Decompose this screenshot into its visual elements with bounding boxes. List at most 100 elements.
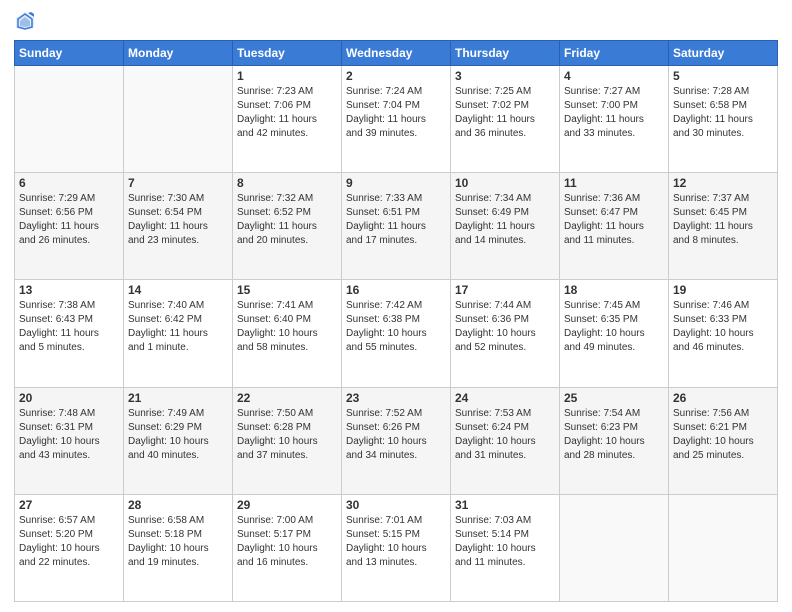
- day-info: Sunrise: 7:28 AM Sunset: 6:58 PM Dayligh…: [673, 85, 773, 141]
- day-info: Sunrise: 6:57 AM Sunset: 5:20 PM Dayligh…: [19, 514, 119, 570]
- day-number: 23: [346, 391, 446, 405]
- day-info: Sunrise: 7:30 AM Sunset: 6:54 PM Dayligh…: [128, 192, 228, 248]
- calendar-day-header: Wednesday: [342, 41, 451, 66]
- day-number: 10: [455, 176, 555, 190]
- calendar-day-header: Saturday: [669, 41, 778, 66]
- calendar-cell: 2 Sunrise: 7:24 AM Sunset: 7:04 PM Daylig…: [342, 66, 451, 173]
- page: SundayMondayTuesdayWednesdayThursdayFrid…: [0, 0, 792, 612]
- day-number: 22: [237, 391, 337, 405]
- calendar-week-row: 1 Sunrise: 7:23 AM Sunset: 7:06 PM Daylig…: [15, 66, 778, 173]
- day-info: Sunrise: 7:45 AM Sunset: 6:35 PM Dayligh…: [564, 299, 664, 355]
- calendar-cell: 7 Sunrise: 7:30 AM Sunset: 6:54 PM Daylig…: [124, 173, 233, 280]
- day-number: 9: [346, 176, 446, 190]
- day-number: 24: [455, 391, 555, 405]
- day-info: Sunrise: 7:38 AM Sunset: 6:43 PM Dayligh…: [19, 299, 119, 355]
- calendar-cell: 9 Sunrise: 7:33 AM Sunset: 6:51 PM Daylig…: [342, 173, 451, 280]
- calendar-week-row: 27 Sunrise: 6:57 AM Sunset: 5:20 PM Dayli…: [15, 494, 778, 601]
- calendar-cell: 18 Sunrise: 7:45 AM Sunset: 6:35 PM Dayli…: [560, 280, 669, 387]
- day-info: Sunrise: 7:34 AM Sunset: 6:49 PM Dayligh…: [455, 192, 555, 248]
- calendar-cell: 21 Sunrise: 7:49 AM Sunset: 6:29 PM Dayli…: [124, 387, 233, 494]
- day-info: Sunrise: 7:46 AM Sunset: 6:33 PM Dayligh…: [673, 299, 773, 355]
- day-info: Sunrise: 7:36 AM Sunset: 6:47 PM Dayligh…: [564, 192, 664, 248]
- calendar-cell: 19 Sunrise: 7:46 AM Sunset: 6:33 PM Dayli…: [669, 280, 778, 387]
- calendar-cell: 15 Sunrise: 7:41 AM Sunset: 6:40 PM Dayli…: [233, 280, 342, 387]
- day-info: Sunrise: 7:03 AM Sunset: 5:14 PM Dayligh…: [455, 514, 555, 570]
- calendar-cell: 28 Sunrise: 6:58 AM Sunset: 5:18 PM Dayli…: [124, 494, 233, 601]
- day-info: Sunrise: 7:40 AM Sunset: 6:42 PM Dayligh…: [128, 299, 228, 355]
- calendar-cell: 26 Sunrise: 7:56 AM Sunset: 6:21 PM Dayli…: [669, 387, 778, 494]
- day-number: 6: [19, 176, 119, 190]
- day-info: Sunrise: 7:54 AM Sunset: 6:23 PM Dayligh…: [564, 407, 664, 463]
- day-number: 2: [346, 69, 446, 83]
- calendar-cell: 3Sunrise: 7:25 AM Sunset: 7:02 PM Daylig…: [451, 66, 560, 173]
- day-info: Sunrise: 7:53 AM Sunset: 6:24 PM Dayligh…: [455, 407, 555, 463]
- day-number: 21: [128, 391, 228, 405]
- day-number: 13: [19, 283, 119, 297]
- calendar-cell: 20Sunrise: 7:48 AM Sunset: 6:31 PM Dayli…: [15, 387, 124, 494]
- calendar-cell: 6Sunrise: 7:29 AM Sunset: 6:56 PM Daylig…: [15, 173, 124, 280]
- day-info: Sunrise: 7:41 AM Sunset: 6:40 PM Dayligh…: [237, 299, 337, 355]
- day-number: 14: [128, 283, 228, 297]
- calendar-day-header: Friday: [560, 41, 669, 66]
- calendar-day-header: Sunday: [15, 41, 124, 66]
- day-info: Sunrise: 7:49 AM Sunset: 6:29 PM Dayligh…: [128, 407, 228, 463]
- day-info: Sunrise: 6:58 AM Sunset: 5:18 PM Dayligh…: [128, 514, 228, 570]
- day-info: Sunrise: 7:00 AM Sunset: 5:17 PM Dayligh…: [237, 514, 337, 570]
- day-number: 15: [237, 283, 337, 297]
- day-number: 19: [673, 283, 773, 297]
- calendar-day-header: Monday: [124, 41, 233, 66]
- calendar-day-header: Thursday: [451, 41, 560, 66]
- day-number: 31: [455, 498, 555, 512]
- calendar-cell: 25 Sunrise: 7:54 AM Sunset: 6:23 PM Dayli…: [560, 387, 669, 494]
- day-info: Sunrise: 7:56 AM Sunset: 6:21 PM Dayligh…: [673, 407, 773, 463]
- calendar-header-row: SundayMondayTuesdayWednesdayThursdayFrid…: [15, 41, 778, 66]
- day-number: 18: [564, 283, 664, 297]
- day-info: Sunrise: 7:50 AM Sunset: 6:28 PM Dayligh…: [237, 407, 337, 463]
- calendar-cell: 8 Sunrise: 7:32 AM Sunset: 6:52 PM Daylig…: [233, 173, 342, 280]
- calendar-cell: 13 Sunrise: 7:38 AM Sunset: 6:43 PM Dayli…: [15, 280, 124, 387]
- calendar-cell: 30Sunrise: 7:01 AM Sunset: 5:15 PM Dayli…: [342, 494, 451, 601]
- calendar-week-row: 13 Sunrise: 7:38 AM Sunset: 6:43 PM Dayli…: [15, 280, 778, 387]
- day-info: Sunrise: 7:25 AM Sunset: 7:02 PM Dayligh…: [455, 85, 555, 141]
- day-info: Sunrise: 7:01 AM Sunset: 5:15 PM Dayligh…: [346, 514, 446, 570]
- day-info: Sunrise: 7:33 AM Sunset: 6:51 PM Dayligh…: [346, 192, 446, 248]
- day-number: 29: [237, 498, 337, 512]
- day-info: Sunrise: 7:44 AM Sunset: 6:36 PM Dayligh…: [455, 299, 555, 355]
- day-number: 28: [128, 498, 228, 512]
- calendar-cell: 22 Sunrise: 7:50 AM Sunset: 6:28 PM Dayli…: [233, 387, 342, 494]
- calendar-week-row: 20Sunrise: 7:48 AM Sunset: 6:31 PM Dayli…: [15, 387, 778, 494]
- day-number: 26: [673, 391, 773, 405]
- calendar-cell: 5 Sunrise: 7:28 AM Sunset: 6:58 PM Daylig…: [669, 66, 778, 173]
- day-number: 25: [564, 391, 664, 405]
- calendar-cell: 31 Sunrise: 7:03 AM Sunset: 5:14 PM Dayli…: [451, 494, 560, 601]
- calendar-cell: 23Sunrise: 7:52 AM Sunset: 6:26 PM Dayli…: [342, 387, 451, 494]
- calendar-table: SundayMondayTuesdayWednesdayThursdayFrid…: [14, 40, 778, 602]
- calendar-cell: [15, 66, 124, 173]
- calendar-week-row: 6Sunrise: 7:29 AM Sunset: 6:56 PM Daylig…: [15, 173, 778, 280]
- day-number: 8: [237, 176, 337, 190]
- day-info: Sunrise: 7:24 AM Sunset: 7:04 PM Dayligh…: [346, 85, 446, 141]
- day-number: 11: [564, 176, 664, 190]
- day-number: 4: [564, 69, 664, 83]
- day-number: 1: [237, 69, 337, 83]
- day-info: Sunrise: 7:32 AM Sunset: 6:52 PM Dayligh…: [237, 192, 337, 248]
- calendar-cell: 17 Sunrise: 7:44 AM Sunset: 6:36 PM Dayli…: [451, 280, 560, 387]
- calendar-cell: [124, 66, 233, 173]
- day-number: 5: [673, 69, 773, 83]
- calendar-cell: 10 Sunrise: 7:34 AM Sunset: 6:49 PM Dayli…: [451, 173, 560, 280]
- calendar-cell: [669, 494, 778, 601]
- calendar-cell: 11 Sunrise: 7:36 AM Sunset: 6:47 PM Dayli…: [560, 173, 669, 280]
- calendar-cell: [560, 494, 669, 601]
- calendar-cell: 24 Sunrise: 7:53 AM Sunset: 6:24 PM Dayli…: [451, 387, 560, 494]
- calendar-cell: 27 Sunrise: 6:57 AM Sunset: 5:20 PM Dayli…: [15, 494, 124, 601]
- calendar-cell: 1 Sunrise: 7:23 AM Sunset: 7:06 PM Daylig…: [233, 66, 342, 173]
- day-number: 17: [455, 283, 555, 297]
- header: [14, 10, 778, 32]
- calendar-day-header: Tuesday: [233, 41, 342, 66]
- day-info: Sunrise: 7:23 AM Sunset: 7:06 PM Dayligh…: [237, 85, 337, 141]
- calendar-cell: 29 Sunrise: 7:00 AM Sunset: 5:17 PM Dayli…: [233, 494, 342, 601]
- calendar-cell: 12Sunrise: 7:37 AM Sunset: 6:45 PM Dayli…: [669, 173, 778, 280]
- day-number: 27: [19, 498, 119, 512]
- day-number: 7: [128, 176, 228, 190]
- calendar-cell: 4Sunrise: 7:27 AM Sunset: 7:00 PM Daylig…: [560, 66, 669, 173]
